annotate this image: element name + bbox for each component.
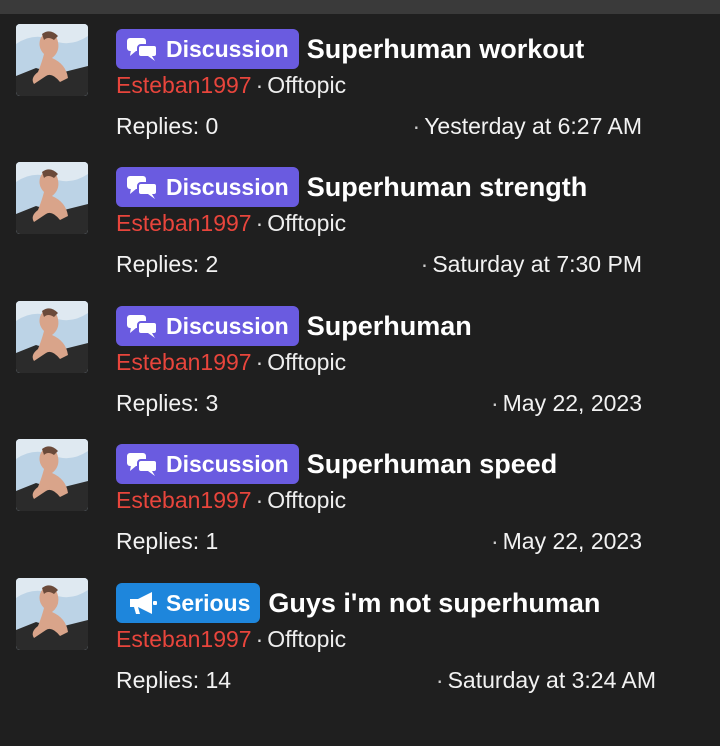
- prefix-badge[interactable]: Serious: [116, 583, 261, 623]
- separator: ·: [255, 349, 264, 375]
- megaphone-icon: [130, 592, 157, 614]
- prefix-badge[interactable]: Discussion: [116, 167, 299, 207]
- separator: ·: [412, 113, 421, 139]
- title-line: Discussion Superhuman strength: [116, 166, 587, 208]
- thread-item[interactable]: Discussion Superhuman Esteban1997 · Offtop…: [0, 291, 720, 429]
- reply-count: Replies: 3: [116, 390, 219, 416]
- avatar[interactable]: [16, 439, 88, 511]
- avatar[interactable]: [16, 578, 88, 650]
- separator: ·: [255, 210, 264, 236]
- title-line: Serious Guys i'm not superhuman: [116, 582, 600, 624]
- last-post-date[interactable]: · Saturday at 3:24 AM: [436, 667, 656, 694]
- thread-item[interactable]: Discussion Superhuman workout Esteban199…: [0, 14, 720, 152]
- forum-link[interactable]: Offtopic: [267, 210, 346, 236]
- prefix-label: Discussion: [166, 450, 289, 477]
- reply-count: Replies: 0: [116, 113, 219, 139]
- thread-meta: Esteban1997 · Offtopic: [116, 487, 346, 514]
- author-link[interactable]: Esteban1997: [116, 626, 252, 652]
- separator: ·: [490, 390, 499, 416]
- separator: ·: [255, 72, 264, 98]
- thread-meta: Esteban1997 · Offtopic: [116, 626, 346, 653]
- thread-title[interactable]: Superhuman speed: [307, 449, 558, 480]
- title-line: Discussion Superhuman speed: [116, 443, 557, 485]
- date-text: Saturday at 7:30 PM: [432, 251, 642, 277]
- separator: ·: [255, 487, 264, 513]
- thread-title[interactable]: Guys i'm not superhuman: [268, 588, 600, 619]
- prefix-label: Serious: [166, 589, 251, 616]
- author-link[interactable]: Esteban1997: [116, 349, 252, 375]
- reply-count: Replies: 14: [116, 667, 232, 693]
- date-text: May 22, 2023: [502, 528, 642, 554]
- thread-title[interactable]: Superhuman: [307, 311, 472, 342]
- thread-title[interactable]: Superhuman strength: [307, 172, 588, 203]
- separator: ·: [255, 626, 264, 652]
- reply-count: Replies: 2: [116, 251, 219, 277]
- separator: ·: [420, 251, 429, 277]
- chat-bubbles-icon: [127, 315, 158, 338]
- thread-meta: Esteban1997 · Offtopic: [116, 72, 346, 99]
- thread-item[interactable]: Discussion Superhuman speed Esteban1997 ·…: [0, 429, 720, 567]
- author-link[interactable]: Esteban1997: [116, 487, 252, 513]
- forum-link[interactable]: Offtopic: [267, 626, 346, 652]
- top-bar: [0, 0, 720, 14]
- prefix-badge[interactable]: Discussion: [116, 306, 299, 346]
- title-line: Discussion Superhuman: [116, 305, 472, 347]
- thread-item[interactable]: Serious Guys i'm not superhuman Esteban1…: [0, 568, 720, 706]
- thread-meta: Esteban1997 · Offtopic: [116, 349, 346, 376]
- date-text: Yesterday at 6:27 AM: [424, 113, 642, 139]
- last-post-date[interactable]: · May 22, 2023: [491, 390, 642, 417]
- avatar[interactable]: [16, 24, 88, 96]
- prefix-label: Discussion: [166, 35, 289, 62]
- thread-title[interactable]: Superhuman workout: [307, 34, 585, 65]
- date-text: May 22, 2023: [502, 390, 642, 416]
- chat-bubbles-icon: [127, 453, 158, 476]
- prefix-label: Discussion: [166, 312, 289, 339]
- author-link[interactable]: Esteban1997: [116, 72, 252, 98]
- author-link[interactable]: Esteban1997: [116, 210, 252, 236]
- prefix-badge[interactable]: Discussion: [116, 29, 299, 69]
- last-post-date[interactable]: · Saturday at 7:30 PM: [421, 251, 642, 278]
- chat-bubbles-icon: [127, 176, 158, 199]
- title-line: Discussion Superhuman workout: [116, 28, 584, 70]
- prefix-label: Discussion: [166, 173, 289, 200]
- last-post-date[interactable]: · May 22, 2023: [491, 528, 642, 555]
- avatar[interactable]: [16, 162, 88, 234]
- separator: ·: [490, 528, 499, 554]
- reply-count: Replies: 1: [116, 528, 219, 554]
- last-post-date[interactable]: · Yesterday at 6:27 AM: [413, 113, 642, 140]
- avatar[interactable]: [16, 301, 88, 373]
- thread-item[interactable]: Discussion Superhuman strength Esteban19…: [0, 152, 720, 290]
- separator: ·: [435, 667, 444, 693]
- forum-link[interactable]: Offtopic: [267, 72, 346, 98]
- forum-link[interactable]: Offtopic: [267, 487, 346, 513]
- date-text: Saturday at 3:24 AM: [447, 667, 656, 693]
- forum-link[interactable]: Offtopic: [267, 349, 346, 375]
- thread-meta: Esteban1997 · Offtopic: [116, 210, 346, 237]
- prefix-badge[interactable]: Discussion: [116, 444, 299, 484]
- chat-bubbles-icon: [127, 38, 158, 61]
